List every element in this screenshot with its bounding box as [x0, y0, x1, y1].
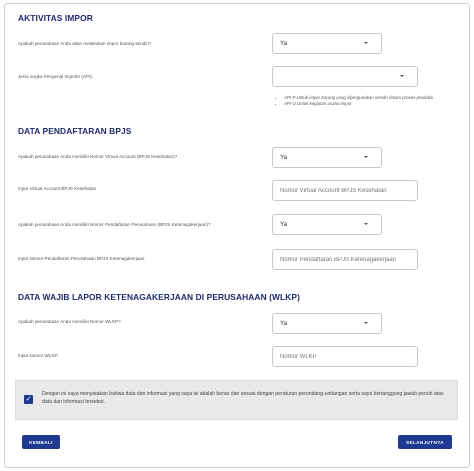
- importir-notes: API-P Untuk impor barang yang dipergunak…: [278, 95, 448, 107]
- impor-select[interactable]: Ya: [272, 33, 382, 54]
- chevron-down-icon: [400, 75, 404, 77]
- next-button[interactable]: SELANJUTNYA: [398, 435, 452, 449]
- importir-note-item: API-U Untuk kegiatan usaha impor: [284, 101, 448, 107]
- chevron-down-icon: [364, 322, 368, 324]
- wlkp-question-label: Apakah perusahaan Anda memiliki Nomor WL…: [18, 319, 121, 324]
- bpjs-tk-input-label: Input Nomor Pendaftaran Perusahaan BPJS …: [18, 256, 145, 261]
- check-icon: ✓: [25, 396, 32, 403]
- bpjs-kes-select[interactable]: Ya: [272, 147, 382, 168]
- bpjs-kes-question-label: Apakah perusahaan Anda memiliki Nomor Vi…: [18, 154, 178, 159]
- consent-checkbox[interactable]: ✓: [24, 395, 33, 404]
- bpjs-tk-select-value: Ya: [280, 221, 288, 228]
- bpjs-kes-input[interactable]: [272, 180, 418, 201]
- wlkp-input[interactable]: [272, 346, 418, 367]
- wlkp-select[interactable]: Ya: [272, 313, 382, 334]
- bpjs-tk-question-label: Apakah perusahaan Anda memiliki Nomor Pe…: [18, 222, 211, 227]
- impor-select-value: Ya: [280, 40, 288, 47]
- section-title-impor: AKTIVITAS IMPOR: [18, 13, 93, 23]
- bpjs-kes-input-label: Input Virtual Account BPJS Kesehatan: [18, 186, 97, 191]
- back-button[interactable]: KEMBALI: [22, 435, 60, 449]
- section-title-bpjs: DATA PENDAFTARAN BPJS: [18, 126, 132, 136]
- importir-label: Jenis angka Pengenal Importir (API):: [18, 74, 94, 79]
- importir-select[interactable]: [272, 66, 418, 87]
- wlkp-select-value: Ya: [280, 320, 288, 327]
- bpjs-tk-input[interactable]: [272, 249, 418, 270]
- section-title-wlkp: DATA WAJIB LAPOR KETENAGAKERJAAN DI PERU…: [18, 292, 300, 302]
- chevron-down-icon: [364, 156, 368, 158]
- bpjs-tk-select[interactable]: Ya: [272, 214, 382, 235]
- wlkp-input-label: Input Nomor WLKP:: [18, 353, 59, 358]
- consent-text: Dengan ini saya menyatakan bahwa data da…: [42, 391, 444, 405]
- consent-box: ✓ Dengan ini saya menyatakan bahwa data …: [15, 380, 458, 420]
- impor-question-label: Apakah perusahaan Anda akan melakukan im…: [18, 41, 152, 46]
- bpjs-kes-select-value: Ya: [280, 154, 288, 161]
- chevron-down-icon: [364, 223, 368, 225]
- chevron-down-icon: [364, 42, 368, 44]
